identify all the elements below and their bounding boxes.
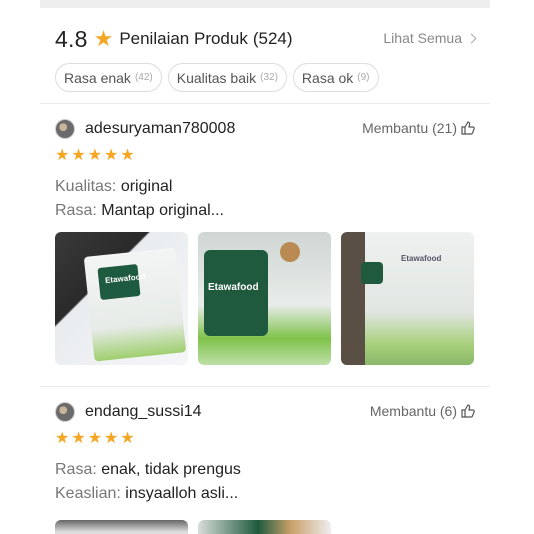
chip-count: (32) xyxy=(260,72,278,83)
avatar xyxy=(55,402,75,422)
review-item: endang_sussi14 Membantu (6) ★ ★ ★ ★ ★ Rasa: … xyxy=(55,401,475,503)
chip-label: Rasa ok xyxy=(301,69,354,86)
star-icon: ★ xyxy=(93,26,114,51)
review-item: adesuryaman780008 Membantu (21) ★ ★ ★ ★ ★ Ku… xyxy=(55,118,475,365)
review-line-label: Kualitas: xyxy=(55,178,117,195)
brand-logo-image xyxy=(204,250,268,336)
average-rating: 4.8 xyxy=(55,25,88,52)
review-photo[interactable]: Etawafood xyxy=(55,232,188,365)
review-photo[interactable] xyxy=(55,520,188,534)
brand-label: Etawafood xyxy=(401,254,442,263)
see-all-label: Lihat Semua xyxy=(383,30,462,46)
star-icon: ★ xyxy=(55,430,70,447)
review-line-label: Keaslian: xyxy=(55,485,121,502)
chip-count: (9) xyxy=(357,72,370,83)
filter-chip-kualitas-baik[interactable]: Kualitas baik (32) xyxy=(167,63,287,92)
star-rating: ★ ★ ★ ★ ★ xyxy=(55,431,475,447)
rating-count: (524) xyxy=(252,29,293,48)
review-line: Kualitas: original xyxy=(55,178,475,196)
helpful-button[interactable]: Membantu (6) xyxy=(370,403,475,419)
review-user-row: endang_sussi14 Membantu (6) xyxy=(55,401,475,423)
chip-label: Rasa enak xyxy=(64,69,131,86)
filter-chips: Rasa enak (42) Kualitas baik (32) Rasa o… xyxy=(55,63,379,92)
star-icon: ★ xyxy=(104,147,119,164)
star-icon: ★ xyxy=(71,430,86,447)
see-all-link[interactable]: Lihat Semua xyxy=(383,30,477,46)
review-line-value: Mantap original... xyxy=(101,202,224,219)
star-rating: ★ ★ ★ ★ ★ xyxy=(55,148,475,164)
star-icon: ★ xyxy=(55,147,70,164)
review-line-value: enak, tidak prengus xyxy=(101,461,241,478)
review-photo[interactable]: Etawafood xyxy=(341,232,474,365)
review-line-value: insyaalloh asli... xyxy=(125,485,239,502)
star-icon: ★ xyxy=(120,430,135,447)
thumbs-up-icon xyxy=(461,121,475,135)
product-seal-image xyxy=(280,242,300,262)
chip-count: (42) xyxy=(134,72,153,83)
thumbs-up-icon xyxy=(461,404,475,418)
divider xyxy=(40,386,490,387)
filter-chip-rasa-enak[interactable]: Rasa enak (42) xyxy=(55,63,162,92)
review-photo[interactable] xyxy=(198,520,331,534)
review-line-value: original xyxy=(120,178,173,195)
helpful-button[interactable]: Membantu (21) xyxy=(362,120,475,136)
review-line-label: Rasa: xyxy=(55,202,97,219)
review-line: Keaslian: insyaalloh asli... xyxy=(55,485,475,503)
review-line: Rasa: Mantap original... xyxy=(55,202,475,220)
helpful-label: Membantu (6) xyxy=(369,403,457,419)
brand-logo-image xyxy=(361,262,383,284)
avatar xyxy=(55,119,75,139)
star-icon: ★ xyxy=(87,430,103,447)
reviewer-name: adesuryaman780008 xyxy=(85,120,236,137)
top-divider-strip xyxy=(40,0,490,8)
chevron-right-icon xyxy=(466,33,477,44)
hand-image xyxy=(341,232,365,365)
rating-summary: 4.8 ★ Penilaian Produk (524) Lihat Semua xyxy=(55,24,477,54)
filter-chip-rasa-ok[interactable]: Rasa ok (9) xyxy=(292,63,379,92)
review-photo[interactable]: Etawafood xyxy=(198,232,331,365)
rating-title: Penilaian Produk xyxy=(119,29,248,48)
chip-label: Kualitas baik xyxy=(176,69,257,86)
review-photos: Etawafood Etawafood Etawafood xyxy=(55,232,475,365)
divider xyxy=(40,103,490,104)
star-icon: ★ xyxy=(71,147,86,164)
review-line-label: Rasa: xyxy=(55,461,97,478)
helpful-label: Membantu (21) xyxy=(362,120,457,136)
star-icon: ★ xyxy=(120,147,135,164)
star-icon: ★ xyxy=(104,430,119,447)
reviewer-name: endang_sussi14 xyxy=(85,403,202,420)
review-line: Rasa: enak, tidak prengus xyxy=(55,461,475,479)
star-icon: ★ xyxy=(87,147,103,164)
review-user-row: adesuryaman780008 Membantu (21) xyxy=(55,118,475,140)
brand-label: Etawafood xyxy=(208,282,259,293)
